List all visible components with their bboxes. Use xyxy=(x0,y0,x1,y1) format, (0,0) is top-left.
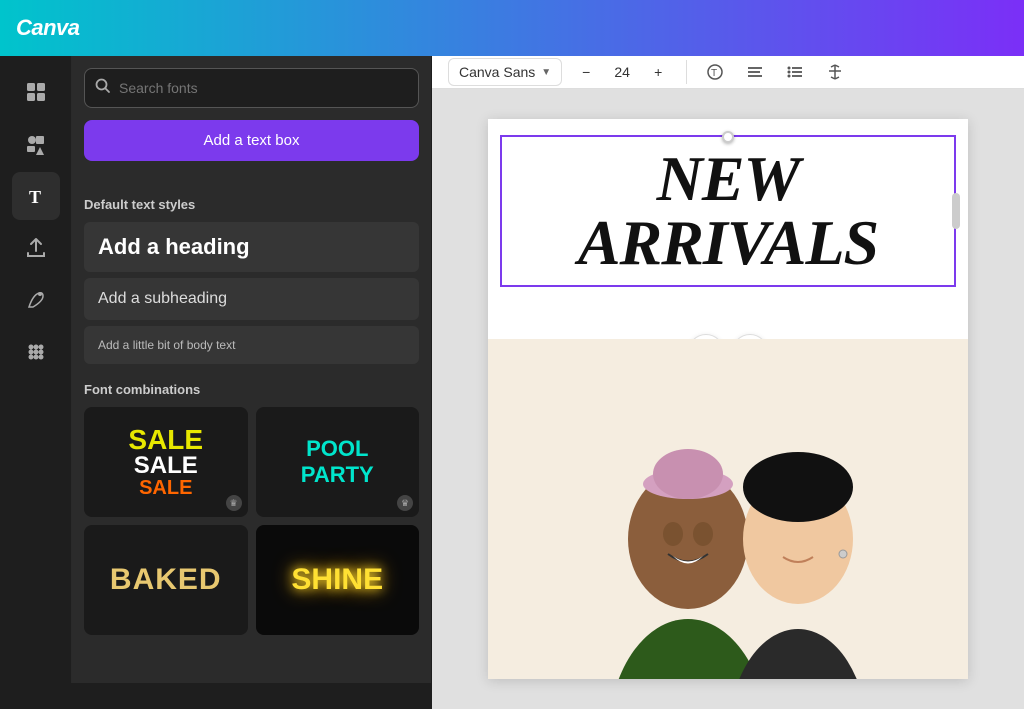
decrease-font-size-button[interactable]: − xyxy=(570,56,602,88)
canvas[interactable]: NEW ARRIVALS xyxy=(432,89,1024,709)
canvas-page: NEW ARRIVALS xyxy=(488,119,968,679)
sidebar-icon-text[interactable]: T xyxy=(12,172,60,220)
font-combos-grid: SALE SALE SALE ♛ POOL PARTY ♛ BAKED SHIN… xyxy=(84,407,419,635)
canvas-area: Canva Sans ▼ − 24 + T xyxy=(432,56,1024,683)
sidebar-icon-draw[interactable] xyxy=(12,276,60,324)
sidebar-icon-upload[interactable] xyxy=(12,224,60,272)
text-style-heading[interactable]: Add a heading xyxy=(84,222,419,272)
pool-line: POOL xyxy=(306,436,368,462)
people-svg xyxy=(488,339,968,679)
font-dropdown-chevron: ▼ xyxy=(541,67,551,78)
default-text-styles-label: Default text styles xyxy=(84,197,419,212)
toolbar-divider-1 xyxy=(686,60,687,84)
canva-logo: Canva xyxy=(16,15,80,41)
search-bar[interactable] xyxy=(84,68,419,108)
font-combo-pool-party[interactable]: POOL PARTY ♛ xyxy=(256,407,420,517)
svg-text:T: T xyxy=(29,187,41,207)
main-layout: T Add a text box xyxy=(0,56,1024,683)
shine-line: SHINE xyxy=(291,563,383,597)
font-combinations-label: Font combinations xyxy=(84,382,419,397)
selected-text-box[interactable]: NEW ARRIVALS xyxy=(500,135,956,287)
crown-badge-sale: ♛ xyxy=(226,495,242,511)
canvas-photo xyxy=(488,339,968,679)
sale-line-2: SALE xyxy=(134,454,198,478)
new-arrivals-line2: ARRIVALS xyxy=(578,211,878,275)
selection-handle-top[interactable] xyxy=(722,131,734,143)
font-combo-baked[interactable]: BAKED xyxy=(84,525,248,635)
text-style-subheading[interactable]: Add a subheading xyxy=(84,278,419,320)
font-combo-sale[interactable]: SALE SALE SALE ♛ xyxy=(84,407,248,517)
font-size-display: 24 xyxy=(610,64,634,80)
toolbar: Canva Sans ▼ − 24 + T xyxy=(432,56,1024,89)
sidebar-icon-apps[interactable] xyxy=(12,328,60,376)
text-align-button[interactable] xyxy=(739,56,771,88)
font-combo-shine[interactable]: SHINE xyxy=(256,525,420,635)
icon-sidebar: T xyxy=(0,56,72,683)
header: Canva xyxy=(0,0,1024,56)
font-selector[interactable]: Canva Sans ▼ xyxy=(448,58,562,86)
svg-text:T: T xyxy=(711,68,717,79)
sale-line-3: SALE xyxy=(139,478,192,498)
sale-line-1: SALE xyxy=(128,426,203,454)
selection-handle-right[interactable] xyxy=(952,193,960,229)
new-arrivals-text: NEW ARRIVALS xyxy=(578,147,878,275)
crown-badge-pool: ♛ xyxy=(397,495,413,511)
text-style-button[interactable]: T xyxy=(699,56,731,88)
search-icon xyxy=(95,78,111,98)
text-panel: Add a text box Marion Default text style… xyxy=(72,56,432,683)
list-button[interactable] xyxy=(779,56,811,88)
add-text-box-button[interactable]: Add a text box xyxy=(84,120,419,161)
search-input[interactable] xyxy=(119,80,408,96)
sidebar-icon-elements[interactable] xyxy=(12,120,60,168)
font-name-label: Canva Sans xyxy=(459,64,535,80)
increase-font-size-button[interactable]: + xyxy=(642,56,674,88)
sidebar-icon-grid[interactable] xyxy=(12,68,60,116)
new-arrivals-line1: NEW xyxy=(578,147,878,211)
baked-line: BAKED xyxy=(110,563,222,597)
party-line: PARTY xyxy=(301,462,374,488)
spacing-button[interactable] xyxy=(819,56,851,88)
text-style-body[interactable]: Add a little bit of body text xyxy=(84,326,419,364)
